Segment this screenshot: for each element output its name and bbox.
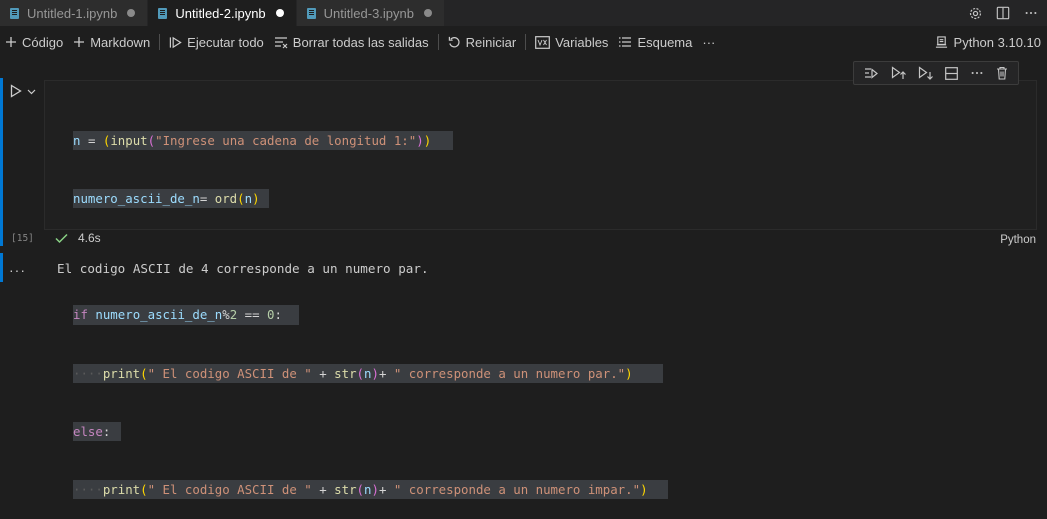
- plus-icon: [74, 37, 85, 47]
- execution-duration: 4.6s: [78, 231, 101, 245]
- ellipsis-icon: ···: [702, 34, 716, 50]
- cell-run-controls: [9, 84, 36, 98]
- plus-icon: [6, 37, 16, 47]
- cell-output: El codigo ASCII de 4 corresponde a un nu…: [57, 261, 429, 276]
- tab-label: Untitled-2.ipynb: [175, 5, 266, 21]
- trash-icon[interactable]: [996, 66, 1008, 80]
- add-code-button[interactable]: Código: [0, 31, 68, 53]
- run-above-icon[interactable]: [891, 66, 906, 80]
- unsaved-dot-icon[interactable]: [275, 9, 284, 17]
- code-line: ····print(" El codigo ASCII de " + str(n…: [73, 480, 668, 500]
- split-cell-icon[interactable]: [945, 66, 958, 80]
- code-line-text: numero_ascii_de_n= ord(n): [73, 189, 269, 209]
- clear-outputs-label: Borrar todas las salidas: [292, 34, 429, 50]
- tab-untitled-1[interactable]: Untitled-1.ipynb: [0, 0, 149, 26]
- code-line-text: if numero_ascii_de_n%2 == 0:: [73, 305, 299, 325]
- split-editor-icon[interactable]: [995, 5, 1011, 21]
- restart-label: Reiniciar: [465, 34, 517, 50]
- tab-untitled-3[interactable]: Untitled-3.ipynb: [296, 0, 445, 26]
- cell-toolbar: [853, 61, 1019, 85]
- run-all-label: Ejecutar todo: [187, 34, 264, 50]
- toolbar-divider: [437, 34, 439, 50]
- tab-label: Untitled-3.ipynb: [323, 5, 414, 21]
- editor-tab-bar: Untitled-1.ipynb Untitled-2.ipynb Untitl…: [0, 0, 1047, 26]
- cell-language-picker[interactable]: Python: [1000, 234, 1036, 246]
- notebook-icon: [10, 7, 19, 19]
- chevron-down-icon[interactable]: [27, 87, 36, 96]
- cell-status: 4.6s: [55, 231, 101, 245]
- add-markdown-button[interactable]: Markdown: [68, 31, 155, 53]
- ellipsis-icon[interactable]: [1023, 5, 1039, 21]
- outline-label: Esquema: [637, 34, 693, 50]
- unsaved-dot-icon[interactable]: [127, 9, 136, 17]
- tab-untitled-2[interactable]: Untitled-2.ipynb: [148, 0, 297, 26]
- toolbar-divider: [525, 34, 527, 50]
- variables-icon: [535, 35, 551, 49]
- code-line: numero_ascii_de_n= ord(n): [73, 189, 668, 209]
- restart-icon: [448, 36, 460, 47]
- run-all-icon: [169, 36, 182, 48]
- play-icon[interactable]: [9, 84, 23, 98]
- kernel-picker[interactable]: Python 3.10.10: [935, 29, 1041, 55]
- code-line: ····print(" El codigo ASCII de " + str(n…: [73, 363, 668, 384]
- ellipsis-icon[interactable]: [970, 66, 984, 80]
- kernel-icon: [935, 35, 947, 48]
- notebook-toolbar: Código Markdown Ejecutar todo Borrar tod…: [0, 29, 1047, 55]
- gear-icon[interactable]: [967, 5, 983, 21]
- unsaved-dot-icon[interactable]: [423, 9, 432, 17]
- outline-button[interactable]: Esquema: [613, 31, 697, 53]
- code-line-text: ····print(" El codigo ASCII de " + str(n…: [73, 480, 668, 500]
- tab-label: Untitled-1.ipynb: [27, 5, 118, 21]
- add-code-label: Código: [22, 34, 64, 50]
- check-icon: [55, 233, 68, 243]
- list-icon: [619, 37, 632, 47]
- notebook-icon: [306, 7, 316, 19]
- code-line: else:: [73, 421, 668, 442]
- output-focus-indicator: [0, 253, 3, 282]
- cell-focus-indicator: [0, 78, 3, 246]
- execution-count: [15]: [11, 233, 34, 244]
- run-all-button[interactable]: Ejecutar todo: [164, 31, 269, 53]
- output-more-button[interactable]: ···: [9, 262, 26, 278]
- kernel-label: Python 3.10.10: [953, 34, 1041, 50]
- code-content[interactable]: n = (input("Ingrese una cadena de longit…: [73, 92, 668, 519]
- add-markdown-label: Markdown: [90, 34, 151, 50]
- clear-outputs-button[interactable]: Borrar todas las salidas: [269, 31, 434, 53]
- variables-button[interactable]: Variables: [530, 31, 613, 53]
- code-line-text: ····print(" El codigo ASCII de " + str(n…: [73, 363, 663, 384]
- notebook-icon: [158, 7, 168, 19]
- run-by-line-icon[interactable]: [864, 67, 879, 80]
- clear-all-icon: [274, 36, 288, 48]
- code-line: n = (input("Ingrese una cadena de longit…: [73, 130, 668, 151]
- code-line-text: n = (input("Ingrese una cadena de longit…: [73, 130, 453, 151]
- restart-button[interactable]: Reiniciar: [443, 31, 522, 53]
- variables-label: Variables: [555, 34, 609, 50]
- toolbar-more-button[interactable]: ···: [697, 31, 720, 53]
- run-below-icon[interactable]: [918, 66, 933, 80]
- tab-actions: [967, 0, 1039, 26]
- toolbar-divider: [159, 34, 161, 50]
- code-line-text: else:: [73, 421, 121, 442]
- code-line: if numero_ascii_de_n%2 == 0:: [73, 305, 668, 325]
